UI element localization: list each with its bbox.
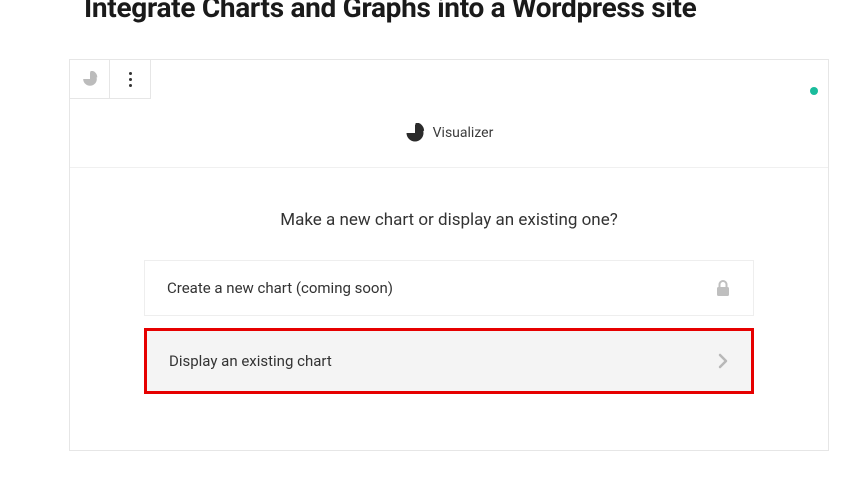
pie-chart-icon: [82, 71, 98, 87]
option-display-existing[interactable]: Display an existing chart: [144, 328, 754, 394]
more-vertical-icon: [129, 72, 132, 87]
option-label: Display an existing chart: [169, 352, 332, 370]
option-create-chart: Create a new chart (coming soon): [144, 260, 754, 316]
pie-chart-icon: [405, 123, 425, 143]
page-title: Integrate Charts and Graphs into a Wordp…: [0, 0, 860, 26]
prompt-text: Make a new chart or display an existing …: [70, 168, 828, 260]
block-header-label: Visualizer: [433, 125, 494, 141]
option-label: Create a new chart (coming soon): [167, 279, 393, 297]
visualizer-block: Visualizer Make a new chart or display a…: [69, 59, 829, 451]
status-indicator: [810, 87, 818, 95]
block-toolbar: [69, 59, 151, 99]
lock-icon: [715, 279, 731, 297]
block-type-button[interactable]: [70, 60, 110, 98]
options-list: Create a new chart (coming soon) Display…: [70, 260, 828, 450]
more-options-button[interactable]: [110, 60, 150, 98]
block-body: Visualizer Make a new chart or display a…: [70, 60, 828, 450]
chevron-right-icon: [717, 352, 729, 370]
block-header: Visualizer: [70, 97, 828, 168]
